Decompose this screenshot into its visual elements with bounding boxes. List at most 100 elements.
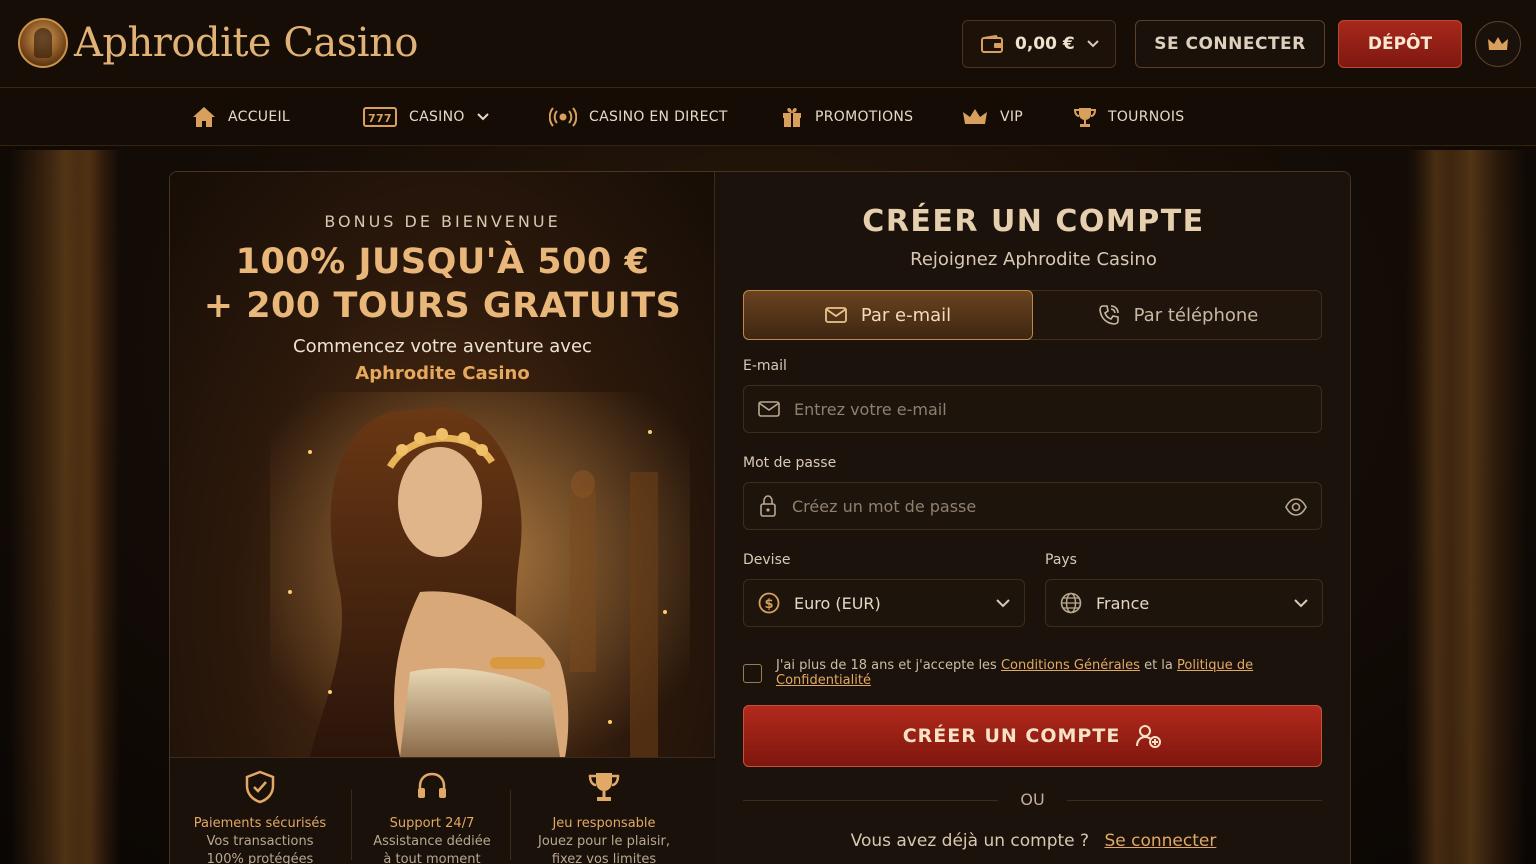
trophy-icon [1074,108,1096,127]
tab-email[interactable]: Par e-mail [743,290,1033,340]
country-label: Pays [1045,552,1077,568]
deposit-button[interactable]: DÉPÔT [1338,20,1462,68]
lock-icon [760,495,776,517]
divider [510,790,511,860]
feature-desc: fixez vos limites [551,852,657,864]
terms-conditions-link[interactable]: Conditions Générales [1001,658,1140,673]
features-bar: Paiements sécurisés Vos transactions 100… [170,757,715,864]
nav-label: VIP [1000,109,1024,125]
nav-label: CASINO EN DIRECT [589,109,728,125]
country-select[interactable]: France [1045,579,1323,627]
feature-support: Support 24/7 Assistance dédiée à tout mo… [342,758,522,864]
eye-icon[interactable] [1285,496,1307,518]
password-label: Mot de passe [743,455,837,471]
feature-desc: Vos transactions [206,834,314,849]
promo-headline-1: 100% JUSQU'À 500 € [235,242,650,282]
vip-crown-button[interactable] [1475,21,1521,67]
email-placeholder: Entrez votre e-mail [794,399,947,419]
promo-panel: BONUS DE BIENVENUE 100% JUSQU'À 500 € + … [170,172,715,864]
phone-icon [1098,305,1119,325]
wallet-icon [981,35,1003,53]
nav-item-promotions[interactable]: PROMOTIONS [781,88,913,146]
feature-title: Support 24/7 [389,816,475,831]
svg-text:$: $ [765,597,774,612]
background-column [60,150,120,864]
login-button[interactable]: SE CONNECTER [1135,20,1325,68]
terms-row: J'ai plus de 18 ans et j'accepte les Con… [743,658,1350,688]
nav-item-casino-en-direct[interactable]: CASINO EN DIRECT [549,88,728,146]
globe-icon [1060,592,1082,614]
nav-item-vip[interactable]: VIP [962,88,1023,146]
feature-desc: 100% protégées [206,852,314,864]
logo-text: Aphrodite Casino [74,20,418,66]
nav-item-accueil[interactable]: ACCUEIL [192,88,290,146]
goddess-illustration [270,392,690,757]
or-separator: OU [743,790,1322,810]
gift-icon [783,108,801,127]
login-prompt: Vous avez déjà un compte ? Se connecter [715,831,1350,851]
feature-desc: à tout moment [383,852,481,864]
balance-value: 0,00 € [1015,34,1075,54]
email-label: E-mail [743,358,787,374]
main-nav: ACCUEIL 777 CASINO CASINO EN DIRECT PROM… [0,88,1536,146]
feature-secure-payments: Paiements sécurisés Vos transactions 100… [170,758,350,864]
signup-form: CRÉER UN COMPTE Rejoignez Aphrodite Casi… [715,172,1350,864]
headset-icon [418,772,446,798]
divider [1067,800,1322,801]
terms-text: et la [1144,658,1173,673]
feature-desc: Assistance dédiée [373,834,491,849]
promo-headline-2: + 200 TOURS GRATUITS [203,286,682,326]
signup-card: BONUS DE BIENVENUE 100% JUSQU'À 500 € + … [169,171,1351,864]
have-account-text: Vous avez déjà un compte ? [850,831,1090,851]
chevron-down-icon [1086,40,1099,48]
balance-dropdown[interactable]: 0,00 € [962,20,1116,68]
trophy-icon [588,773,620,801]
currency-label: Devise [743,552,791,568]
feature-title: Jeu responsable [552,816,656,831]
currency-select[interactable]: $ Euro (EUR) [743,579,1025,627]
logo[interactable]: Aphrodite Casino [18,18,418,68]
background-column [1406,150,1466,864]
tab-label: Par e-mail [860,304,952,326]
logo-emblem-icon [18,18,68,68]
top-header: Aphrodite Casino 0,00 € SE CONNECTER DÉP… [0,0,1536,88]
mail-icon [758,401,780,417]
password-placeholder: Créez un mot de passe [792,496,977,516]
currency-value: Euro (EUR) [794,593,881,613]
create-account-label: CRÉER UN COMPTE [902,725,1121,747]
chevron-down-icon [996,599,1010,608]
form-title: CRÉER UN COMPTE [862,204,1205,239]
nav-item-tournois[interactable]: TOURNOIS [1074,88,1184,146]
create-account-button[interactable]: CRÉER UN COMPTE [743,705,1322,767]
promo-subtitle: Commencez votre aventure avec [293,336,592,357]
dollar-coin-icon: $ [758,592,780,614]
chevron-down-icon [476,113,489,121]
nav-label: ACCUEIL [228,109,291,125]
chevron-down-icon [1294,599,1308,608]
feature-title: Paiements sécurisés [193,816,327,831]
nav-label: PROMOTIONS [815,109,914,125]
tab-label: Par téléphone [1133,304,1259,326]
email-field[interactable]: Entrez votre e-mail [743,385,1322,433]
feature-desc: Jouez pour le plaisir, [538,834,670,849]
promo-brand: Aphrodite Casino [355,363,530,384]
form-subtitle: Rejoignez Aphrodite Casino [910,249,1157,270]
crown-icon [963,109,987,124]
tab-phone[interactable]: Par téléphone [1033,290,1323,340]
svg-text:777: 777 [368,112,392,125]
home-icon [193,107,215,127]
terms-checkbox[interactable] [743,663,762,683]
promo-kicker: BONUS DE BIENVENUE [324,212,561,231]
feature-responsible-gaming: Jeu responsable Jouez pour le plaisir, f… [514,758,694,864]
shield-check-icon [245,770,275,804]
live-broadcast-icon [549,107,577,127]
signup-method-tabs: Par e-mail Par téléphone [743,290,1322,340]
signin-link[interactable]: Se connecter [1104,831,1216,851]
password-field[interactable]: Créez un mot de passe [743,482,1322,530]
slot-machine-icon: 777 [363,107,397,127]
nav-item-casino[interactable]: 777 CASINO [363,88,489,146]
nav-label: TOURNOIS [1108,109,1185,125]
terms-text: J'ai plus de 18 ans et j'accepte les [776,658,997,673]
add-user-icon [1136,725,1162,748]
crown-icon [1488,37,1508,50]
